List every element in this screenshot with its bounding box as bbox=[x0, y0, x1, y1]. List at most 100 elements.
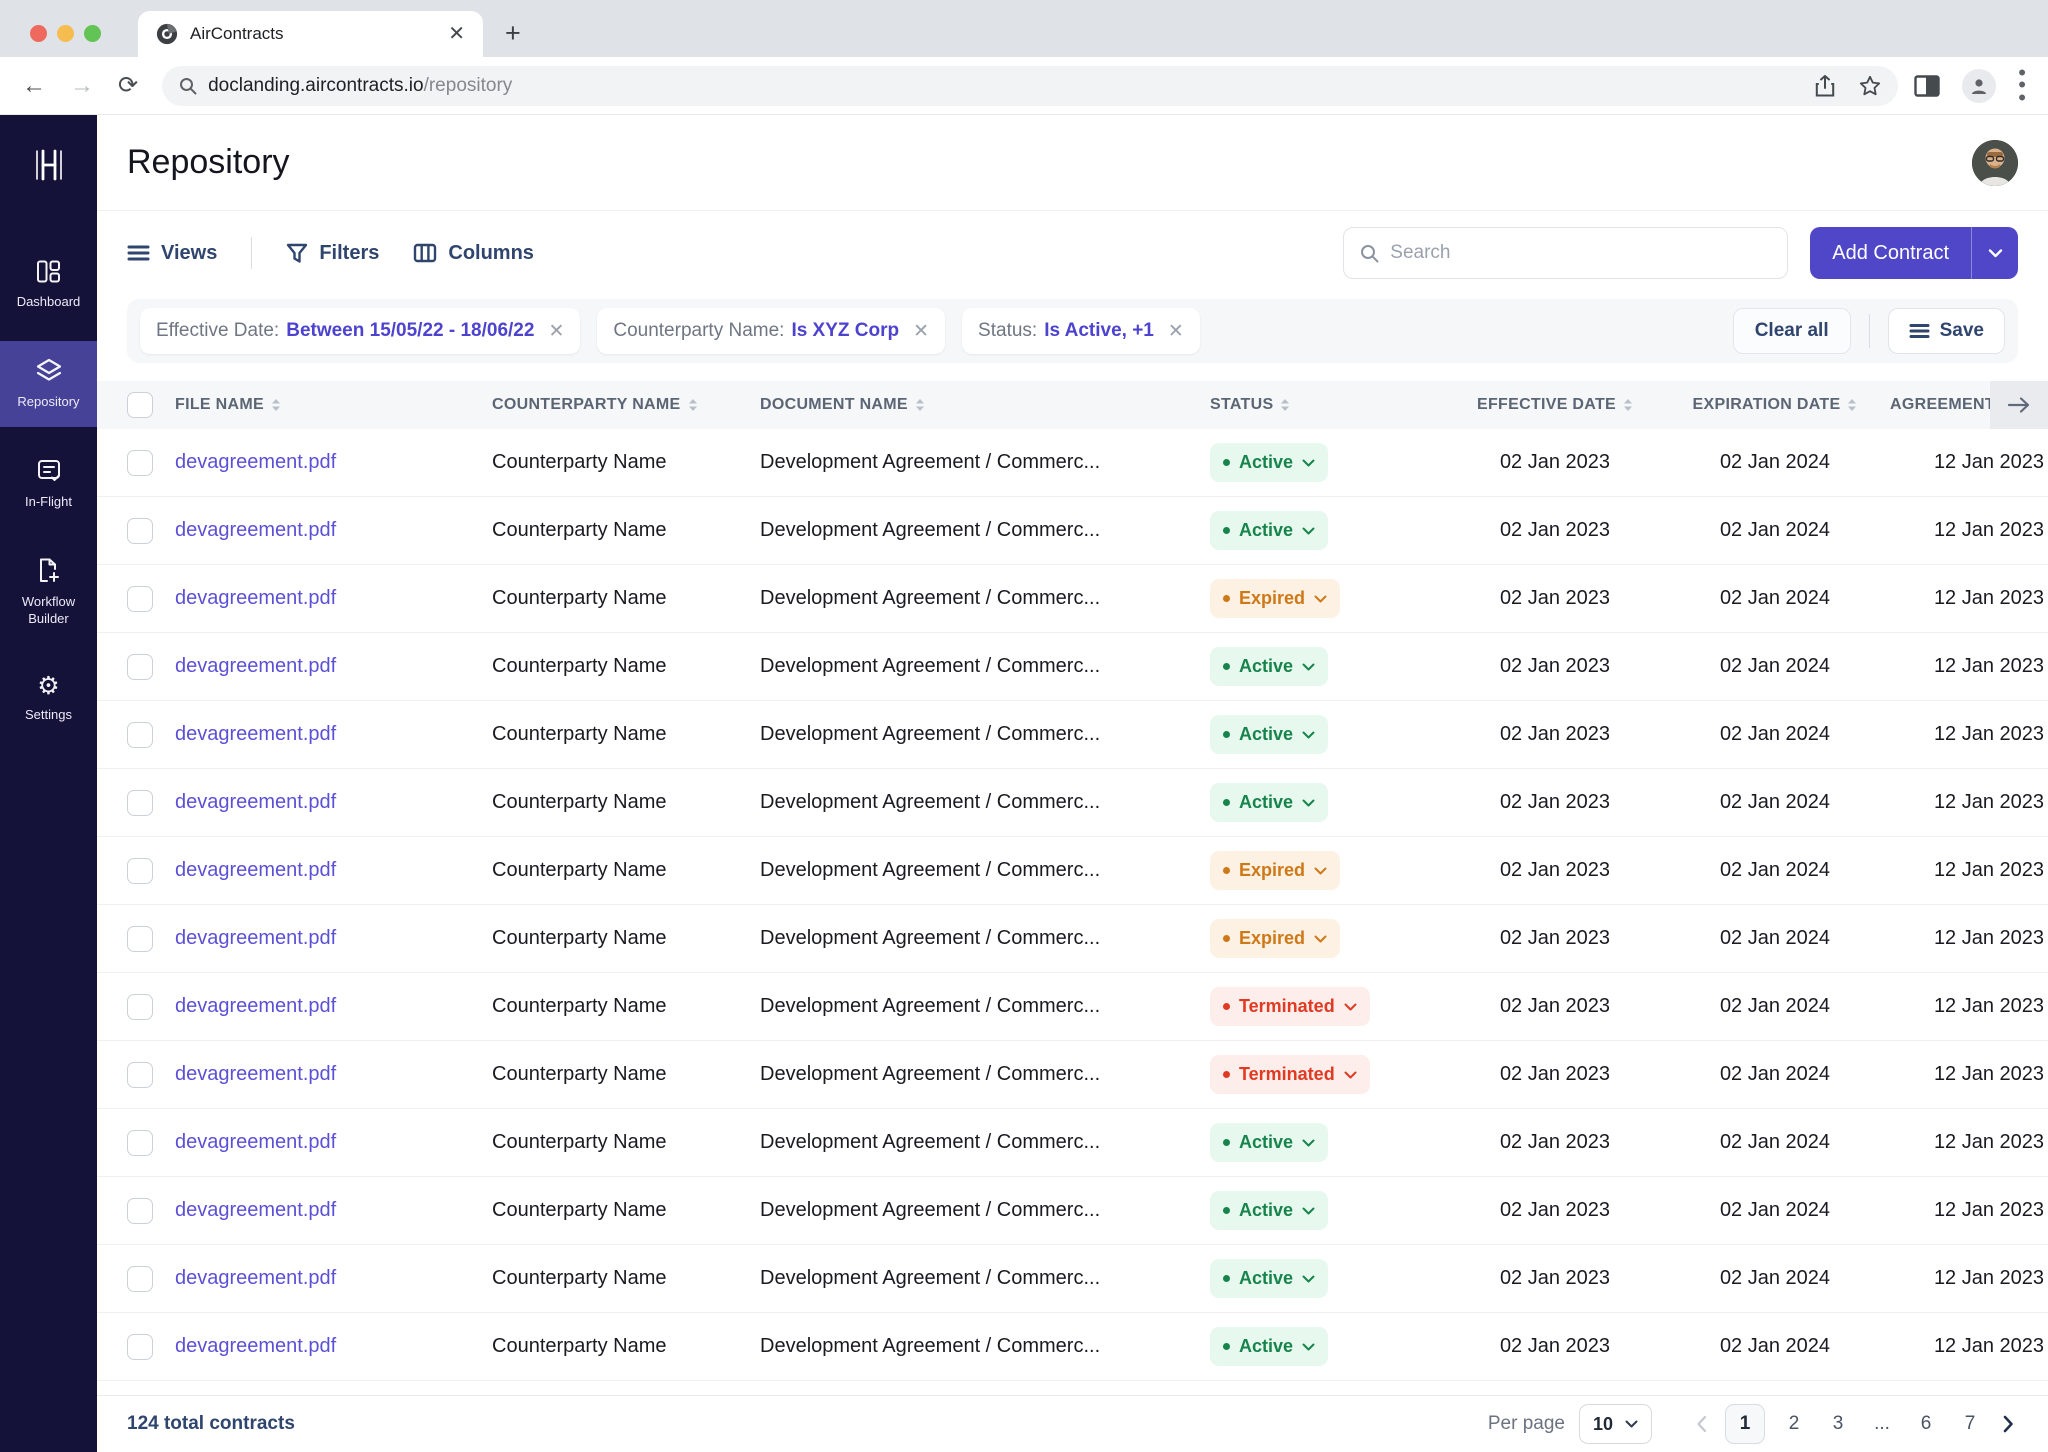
file-name-link[interactable]: devagreement.pdf bbox=[175, 859, 336, 882]
row-checkbox[interactable] bbox=[127, 925, 153, 952]
sidebar-item-workflow-builder[interactable]: Workflow Builder bbox=[0, 541, 97, 644]
row-checkbox[interactable] bbox=[127, 1197, 153, 1224]
status-badge[interactable]: Expired bbox=[1210, 579, 1341, 618]
file-name-link[interactable]: devagreement.pdf bbox=[175, 1335, 336, 1358]
row-checkbox[interactable] bbox=[127, 653, 153, 680]
row-checkbox[interactable] bbox=[127, 857, 153, 884]
maximize-window-button[interactable] bbox=[84, 25, 101, 42]
add-contract-button[interactable]: Add Contract bbox=[1810, 227, 2018, 279]
reload-icon[interactable]: ⟳ bbox=[118, 73, 138, 98]
forward-icon[interactable]: → bbox=[70, 73, 94, 98]
status-badge[interactable]: Terminated bbox=[1210, 987, 1370, 1026]
scroll-columns-right-button[interactable] bbox=[1990, 381, 2048, 429]
file-name-link[interactable]: devagreement.pdf bbox=[175, 1131, 336, 1154]
close-tab-icon[interactable]: ✕ bbox=[448, 24, 465, 44]
column-header-document[interactable]: DOCUMENT NAME bbox=[760, 396, 925, 414]
save-view-button[interactable]: Save bbox=[1887, 308, 2005, 354]
file-name-link[interactable]: devagreement.pdf bbox=[175, 791, 336, 814]
status-badge[interactable]: Active bbox=[1210, 647, 1329, 686]
status-dot-icon bbox=[1223, 1207, 1230, 1214]
file-name-link[interactable]: devagreement.pdf bbox=[175, 1199, 336, 1222]
row-checkbox[interactable] bbox=[127, 449, 153, 476]
select-all-checkbox[interactable] bbox=[127, 392, 153, 418]
views-button[interactable]: Views bbox=[127, 242, 217, 265]
row-checkbox[interactable] bbox=[127, 721, 153, 748]
close-icon[interactable]: ✕ bbox=[548, 320, 564, 343]
status-badge[interactable]: Expired bbox=[1210, 919, 1341, 958]
sidebar-item-repository[interactable]: Repository bbox=[0, 340, 97, 427]
new-tab-button[interactable]: + bbox=[505, 18, 521, 49]
status-badge[interactable]: Expired bbox=[1210, 851, 1341, 890]
search-icon bbox=[180, 77, 197, 94]
file-name-link[interactable]: devagreement.pdf bbox=[175, 655, 336, 678]
status-badge[interactable]: Active bbox=[1210, 443, 1329, 482]
close-icon[interactable]: ✕ bbox=[1168, 320, 1184, 343]
page-button[interactable]: 2 bbox=[1779, 1405, 1809, 1443]
bookmark-star-icon[interactable] bbox=[1858, 74, 1882, 98]
status-badge[interactable]: Active bbox=[1210, 783, 1329, 822]
status-badge[interactable]: Active bbox=[1210, 715, 1329, 754]
back-icon[interactable]: ← bbox=[22, 73, 46, 98]
row-checkbox[interactable] bbox=[127, 993, 153, 1020]
filter-chip-counterparty-name[interactable]: Counterparty Name: Is XYZ Corp ✕ bbox=[597, 308, 946, 354]
file-name-link[interactable]: devagreement.pdf bbox=[175, 995, 336, 1018]
page-button[interactable]: 7 bbox=[1955, 1405, 1985, 1443]
minimize-window-button[interactable] bbox=[57, 25, 74, 42]
row-checkbox[interactable] bbox=[127, 1333, 153, 1360]
sidebar-item-dashboard[interactable]: Dashboard bbox=[0, 242, 97, 327]
status-badge[interactable]: Active bbox=[1210, 1123, 1329, 1162]
total-contracts-label: 124 total contracts bbox=[127, 1413, 295, 1434]
column-header-expiration-date[interactable]: EXPIRATION DATE bbox=[1693, 396, 1858, 414]
file-name-link[interactable]: devagreement.pdf bbox=[175, 1267, 336, 1290]
file-name-link[interactable]: devagreement.pdf bbox=[175, 927, 336, 950]
status-badge[interactable]: Active bbox=[1210, 1191, 1329, 1230]
address-bar[interactable]: doclanding.aircontracts.io/repository bbox=[162, 65, 1899, 106]
column-header-effective-date[interactable]: EFFECTIVE DATE bbox=[1477, 396, 1633, 414]
sidebar-item-settings[interactable]: ⚙ Settings bbox=[0, 657, 97, 740]
file-name-link[interactable]: devagreement.pdf bbox=[175, 587, 336, 610]
window-controls[interactable] bbox=[30, 25, 101, 42]
side-panel-icon[interactable] bbox=[1914, 74, 1940, 98]
filters-button[interactable]: Filters bbox=[286, 242, 379, 265]
status-badge[interactable]: Terminated bbox=[1210, 1055, 1370, 1094]
share-icon[interactable] bbox=[1814, 74, 1836, 98]
row-checkbox[interactable] bbox=[127, 789, 153, 816]
status-badge[interactable]: Active bbox=[1210, 511, 1329, 550]
column-header-status[interactable]: STATUS bbox=[1210, 396, 1290, 414]
per-page-select[interactable]: 10 bbox=[1578, 1404, 1652, 1444]
page-button[interactable]: 3 bbox=[1823, 1405, 1853, 1443]
columns-button[interactable]: Columns bbox=[413, 242, 534, 265]
table-row: devagreement.pdf Counterparty Name Devel… bbox=[97, 905, 2048, 973]
clear-all-button[interactable]: Clear all bbox=[1732, 308, 1851, 354]
file-name-link[interactable]: devagreement.pdf bbox=[175, 519, 336, 542]
browser-menu-icon[interactable]: • • • bbox=[2018, 62, 2026, 108]
next-page-button[interactable] bbox=[1999, 1415, 2018, 1433]
row-checkbox[interactable] bbox=[127, 1129, 153, 1156]
browser-tab[interactable]: AirContracts ✕ bbox=[138, 11, 483, 57]
filter-chip-effective-date[interactable]: Effective Date: Between 15/05/22 - 18/06… bbox=[140, 308, 581, 354]
previous-page-button[interactable] bbox=[1692, 1415, 1711, 1433]
search-input[interactable]: Search bbox=[1343, 227, 1789, 279]
column-header-counterparty[interactable]: COUNTERPARTY NAME bbox=[492, 396, 698, 414]
status-badge[interactable]: Active bbox=[1210, 1327, 1329, 1366]
close-icon[interactable]: ✕ bbox=[913, 320, 929, 343]
add-contract-label: Add Contract bbox=[1832, 241, 1949, 264]
row-checkbox[interactable] bbox=[127, 585, 153, 612]
filter-chip-status[interactable]: Status: Is Active, +1 ✕ bbox=[962, 308, 1200, 354]
row-checkbox[interactable] bbox=[127, 1061, 153, 1088]
column-header-file-name[interactable]: FILE NAME bbox=[175, 396, 281, 414]
page-button[interactable]: 1 bbox=[1725, 1404, 1765, 1444]
close-window-button[interactable] bbox=[30, 25, 47, 42]
file-name-link[interactable]: devagreement.pdf bbox=[175, 1063, 336, 1086]
file-name-link[interactable]: devagreement.pdf bbox=[175, 451, 336, 474]
file-name-link[interactable]: devagreement.pdf bbox=[175, 723, 336, 746]
chevron-down-icon[interactable] bbox=[1972, 227, 2018, 279]
status-badge[interactable]: Active bbox=[1210, 1259, 1329, 1298]
counterparty-name-cell: Counterparty Name bbox=[492, 859, 667, 881]
user-avatar[interactable] bbox=[1972, 139, 2018, 186]
row-checkbox[interactable] bbox=[127, 1265, 153, 1292]
page-button[interactable]: 6 bbox=[1911, 1405, 1941, 1443]
browser-profile-icon[interactable] bbox=[1962, 68, 1997, 103]
row-checkbox[interactable] bbox=[127, 517, 153, 544]
sidebar-item-in-flight[interactable]: In-Flight bbox=[0, 441, 97, 527]
